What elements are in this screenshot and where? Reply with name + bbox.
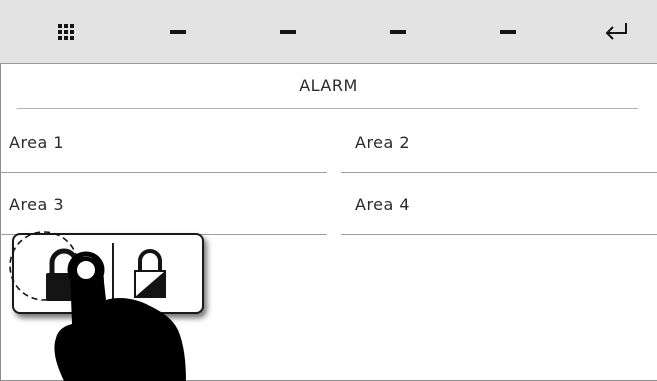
touch-gesture-illustration <box>9 231 186 381</box>
touch-indicator-center <box>77 261 95 279</box>
touch-point-circle <box>9 231 79 301</box>
hand-icon <box>54 256 186 381</box>
